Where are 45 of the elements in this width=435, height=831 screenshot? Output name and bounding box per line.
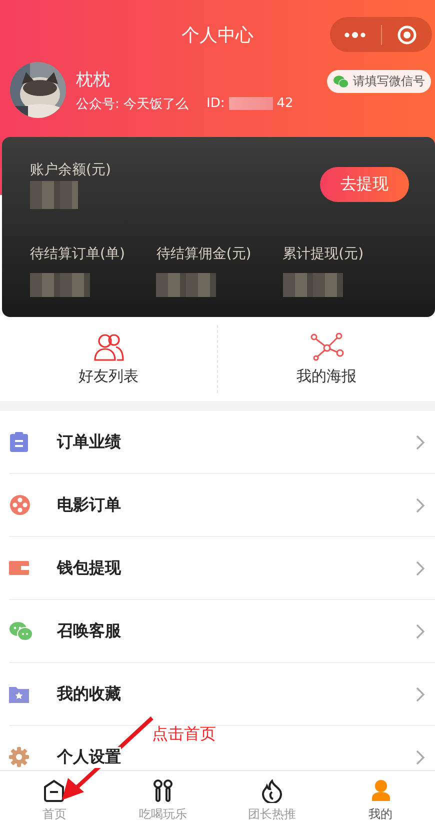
redacted-value [30,273,90,297]
menu-item[interactable]: 订单业绩 [57,432,121,452]
chevron-icon [416,498,425,512]
balance-label: 账户余额(元) [30,162,111,178]
user-id-tail: 42 [276,96,294,111]
film-reel-icon [9,494,31,516]
people-icon [94,332,124,360]
stat-label: 待结算订单(单) [30,246,125,262]
wechat-id-button[interactable]: 请填写微信号 [327,70,431,92]
redacted-id [228,97,273,110]
shortcut-button[interactable]: 好友列表 [0,317,217,401]
tab-bar-item[interactable]: 我的 [326,771,435,831]
annotation-text: 点击首页 [152,724,216,745]
chevron-icon [416,686,425,702]
chevron-icon [416,560,425,576]
chat-bubbles-icon [9,621,33,641]
clipboard-icon [9,431,29,453]
stat-label: 累计提现(元) [282,246,364,262]
chevron-icon [416,750,425,764]
page-title: 个人中心 [180,24,254,46]
chat-bubbles-icon [333,74,349,88]
wallet-icon [9,560,29,576]
home-icon [42,779,66,803]
menu-item[interactable]: 电影订单 [57,494,121,516]
menu-item[interactable]: 个人设置 [57,746,121,768]
user-name: 枕枕 [76,68,111,90]
redacted-value [156,273,216,297]
flame-icon [260,779,283,803]
fork-spoon-icon [151,779,176,803]
chevron-icon [416,434,425,450]
redacted-value [282,273,343,297]
stat-label: 待结算佣金(元) [156,246,252,262]
more-icon[interactable] [344,32,366,38]
user-id: ID: [206,96,225,111]
account-name: 公众号: 今天饭了么 [76,96,189,112]
shortcut-button[interactable]: 我的海报 [218,317,435,401]
redacted-value [30,181,78,209]
close-icon[interactable] [396,24,417,44]
chevron-icon [416,624,425,638]
menu-item[interactable]: 召唤客服 [57,620,121,642]
menu-item[interactable]: 钱包提现 [57,558,121,578]
network-icon [310,332,344,360]
menu-item[interactable]: 我的收藏 [57,684,121,704]
folder-star-icon [9,685,29,703]
gear-icon [9,747,29,767]
